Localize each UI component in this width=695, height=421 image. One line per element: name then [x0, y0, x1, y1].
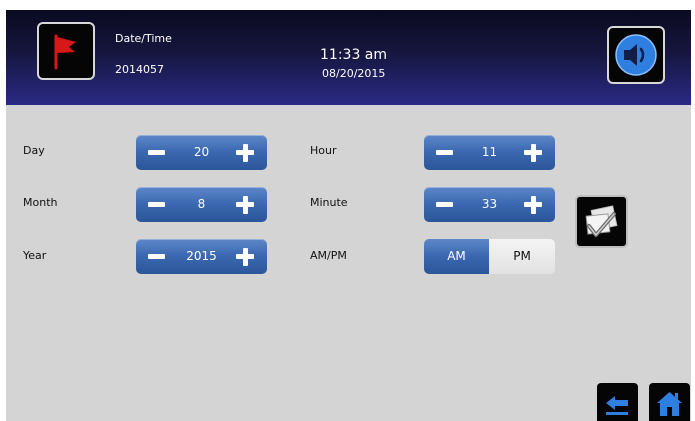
back-arrow-icon [606, 396, 628, 415]
hour-label: Hour [310, 144, 337, 157]
day-increment-button-bar[interactable] [242, 143, 248, 162]
ampm-toggle: AM PM [424, 239, 555, 274]
sound-button[interactable] [607, 26, 665, 84]
flag-button[interactable] [37, 22, 95, 80]
confirm-button[interactable] [575, 195, 628, 248]
current-time: 11:33 am [320, 47, 388, 63]
am-button[interactable]: AM [424, 239, 489, 274]
month-value: 8 [197, 197, 206, 211]
screen-code: 2014057 [115, 63, 164, 76]
month-increment-button-bar[interactable] [242, 195, 248, 214]
minute-stepper: 33 [424, 187, 555, 222]
ampm-label: AM/PM [310, 249, 347, 262]
day-decrement-button[interactable] [148, 150, 165, 155]
hour-decrement-button[interactable] [436, 150, 453, 155]
month-stepper: 8 [136, 187, 267, 222]
minute-decrement-button[interactable] [436, 202, 453, 207]
day-value: 20 [193, 145, 210, 159]
year-increment-button-bar[interactable] [242, 247, 248, 266]
hour-increment-button-bar[interactable] [530, 143, 536, 162]
back-button[interactable] [597, 383, 638, 421]
hour-value: 11 [481, 145, 498, 159]
pm-button[interactable]: PM [489, 239, 555, 274]
year-decrement-button[interactable] [148, 254, 165, 259]
month-decrement-button[interactable] [148, 202, 165, 207]
screen-title: Date/Time [115, 32, 172, 45]
year-value: 2015 [186, 249, 217, 263]
hour-stepper: 11 [424, 135, 555, 170]
home-button[interactable] [649, 383, 690, 421]
checklist-icon [585, 205, 618, 237]
current-date: 08/20/2015 [322, 67, 386, 80]
settings-screen: Date/Time 2014057 11:33 am 08/20/2015 Da… [6, 10, 691, 421]
home-icon [657, 392, 682, 416]
month-label: Month [23, 196, 58, 209]
speaker-icon [615, 34, 657, 76]
header-bar: Date/Time 2014057 11:33 am 08/20/2015 [6, 10, 691, 105]
day-label: Day [23, 144, 45, 157]
minute-label: Minute [310, 196, 348, 209]
year-label: Year [23, 249, 47, 262]
year-stepper: 2015 [136, 239, 267, 274]
day-stepper: 20 [136, 135, 267, 170]
minute-value: 33 [481, 197, 498, 211]
minute-increment-button-bar[interactable] [530, 195, 536, 214]
red-flag-icon [54, 34, 76, 70]
